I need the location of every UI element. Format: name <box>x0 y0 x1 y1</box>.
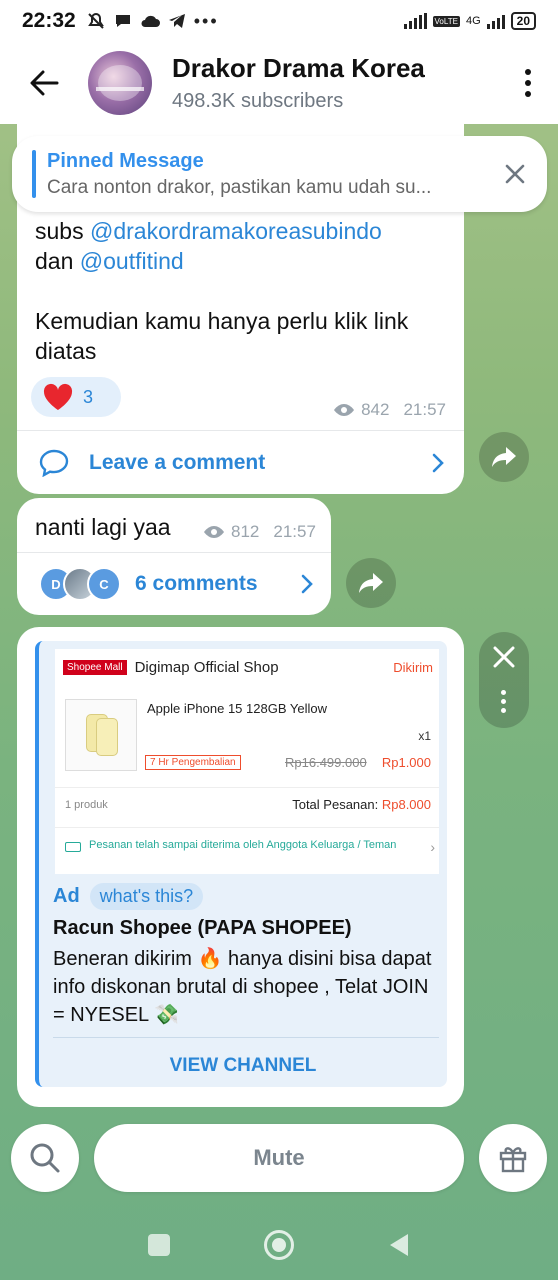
order-total: Total Pesanan: Rp8.000 <box>292 797 431 812</box>
divider <box>17 552 331 553</box>
view-channel-button[interactable]: VIEW CHANNEL <box>39 1055 447 1077</box>
home-button[interactable] <box>264 1230 294 1260</box>
leave-comment-label: Leave a comment <box>89 451 266 474</box>
message-text: nanti lagi yaa <box>35 514 171 540</box>
close-icon[interactable] <box>501 160 529 188</box>
avatar: C <box>87 567 121 601</box>
comments-button[interactable]: D C 6 comments <box>39 566 313 602</box>
pinned-text: Cara nonton drakor, pastikan kamu udah s… <box>47 176 432 198</box>
system-nav-bar <box>0 1210 558 1280</box>
subscriber-count: 498.3K subscribers <box>172 90 344 112</box>
view-count: 842 <box>361 400 390 419</box>
pinned-title: Pinned Message <box>47 149 204 172</box>
ad-label: Ad <box>53 885 80 907</box>
view-count: 812 <box>231 522 260 541</box>
message-meta: 812 21:57 <box>203 522 316 542</box>
signal-icon-2 <box>486 13 505 29</box>
gift-button[interactable] <box>479 1124 547 1192</box>
reaction-chip[interactable]: 3 <box>31 377 121 417</box>
message-time: 21:57 <box>403 400 446 419</box>
more-menu-button[interactable] <box>498 69 558 97</box>
cloud-icon <box>141 15 160 27</box>
pinned-accent-bar <box>32 150 36 198</box>
divider <box>17 430 464 431</box>
whats-this-button[interactable]: what's this? <box>89 883 204 910</box>
chevron-right-icon: › <box>430 839 435 855</box>
mute-button[interactable]: Mute <box>94 1124 464 1192</box>
divider <box>53 1037 439 1038</box>
message-time: 21:57 <box>273 522 316 541</box>
close-ad-icon[interactable] <box>491 644 517 670</box>
ad-card[interactable]: Shopee Mall Digimap Official Shop Dikiri… <box>35 641 447 1087</box>
more-ad-options-icon[interactable] <box>501 690 506 713</box>
shop-name: Digimap Official Shop <box>134 659 279 676</box>
reaction-count: 3 <box>83 386 94 407</box>
mute-notification-icon <box>87 12 104 29</box>
ad-actions <box>479 632 529 728</box>
share-button[interactable] <box>479 432 529 482</box>
message-bubble[interactable]: nanti lagi yaa 812 21:57 D C 6 comments <box>17 498 331 615</box>
volte-badge: VoLTE <box>432 15 460 27</box>
heart-icon <box>43 383 73 410</box>
more-notifications-icon: ••• <box>193 10 219 31</box>
channel-title: Drakor Drama Korea <box>172 53 425 83</box>
mention-link[interactable]: @drakordramakoreasubindo <box>90 218 382 244</box>
back-button[interactable] <box>0 42 88 124</box>
signal-icon <box>403 13 427 29</box>
recents-button[interactable] <box>148 1234 170 1256</box>
message-meta: 842 21:57 <box>333 400 446 420</box>
return-badge: 7 Hr Pengembalian <box>145 755 241 770</box>
ad-text: Beneran dikirim 🔥 hanya disini bisa dapa… <box>53 948 432 1026</box>
share-arrow-icon <box>359 573 383 593</box>
channel-avatar[interactable] <box>88 51 152 115</box>
search-button[interactable] <box>11 1124 79 1192</box>
product-name: Apple iPhone 15 128GB Yellow <box>147 701 327 716</box>
truck-icon <box>65 842 81 852</box>
chat-header: Drakor Drama Korea 498.3K subscribers <box>0 42 558 124</box>
shopee-mall-badge: Shopee Mall <box>63 660 127 675</box>
new-price: Rp1.000 <box>381 755 431 770</box>
ad-title: Racun Shopee (PAPA SHOPEE) <box>53 917 352 939</box>
order-status: Dikirim <box>393 660 433 675</box>
product-count: 1 produk <box>65 799 108 811</box>
channel-info[interactable]: Drakor Drama Korea 498.3K subscribers <box>172 53 498 113</box>
battery-icon: 20 <box>510 12 536 30</box>
mention-link[interactable]: @outfitind <box>80 248 184 274</box>
status-time: 22:32 <box>22 9 76 32</box>
eye-icon <box>204 526 224 538</box>
comment-icon <box>39 449 69 477</box>
telegram-icon <box>168 14 185 28</box>
pinned-message-bar[interactable]: Pinned Message Cara nonton drakor, pasti… <box>12 136 547 212</box>
arrow-left-icon <box>30 70 59 96</box>
product-image <box>65 699 137 771</box>
delivery-status: Pesanan telah sampai diterima oleh Anggo… <box>65 839 435 854</box>
gift-icon <box>499 1147 527 1173</box>
status-bar: 22:32 ••• VoLTE 4G 20 <box>0 0 558 42</box>
chat-icon <box>115 15 130 27</box>
share-arrow-icon <box>492 447 516 467</box>
product-qty: x1 <box>418 729 431 743</box>
network-type: 4G <box>465 15 481 27</box>
old-price: Rp16.499.000 <box>285 755 367 770</box>
chevron-right-icon <box>432 453 444 473</box>
message-text: subs @drakordramakoreasubindo dan @outfi… <box>35 218 409 364</box>
eye-icon <box>334 404 355 416</box>
sponsored-message[interactable]: Shopee Mall Digimap Official Shop Dikiri… <box>17 627 464 1107</box>
back-nav-icon[interactable] <box>388 1232 410 1258</box>
ad-image[interactable]: Shopee Mall Digimap Official Shop Dikiri… <box>55 649 439 874</box>
search-icon <box>30 1143 60 1173</box>
leave-comment-button[interactable]: Leave a comment <box>39 446 444 480</box>
share-button[interactable] <box>346 558 396 608</box>
chevron-right-icon <box>301 574 313 594</box>
comments-label: 6 comments <box>135 572 258 595</box>
